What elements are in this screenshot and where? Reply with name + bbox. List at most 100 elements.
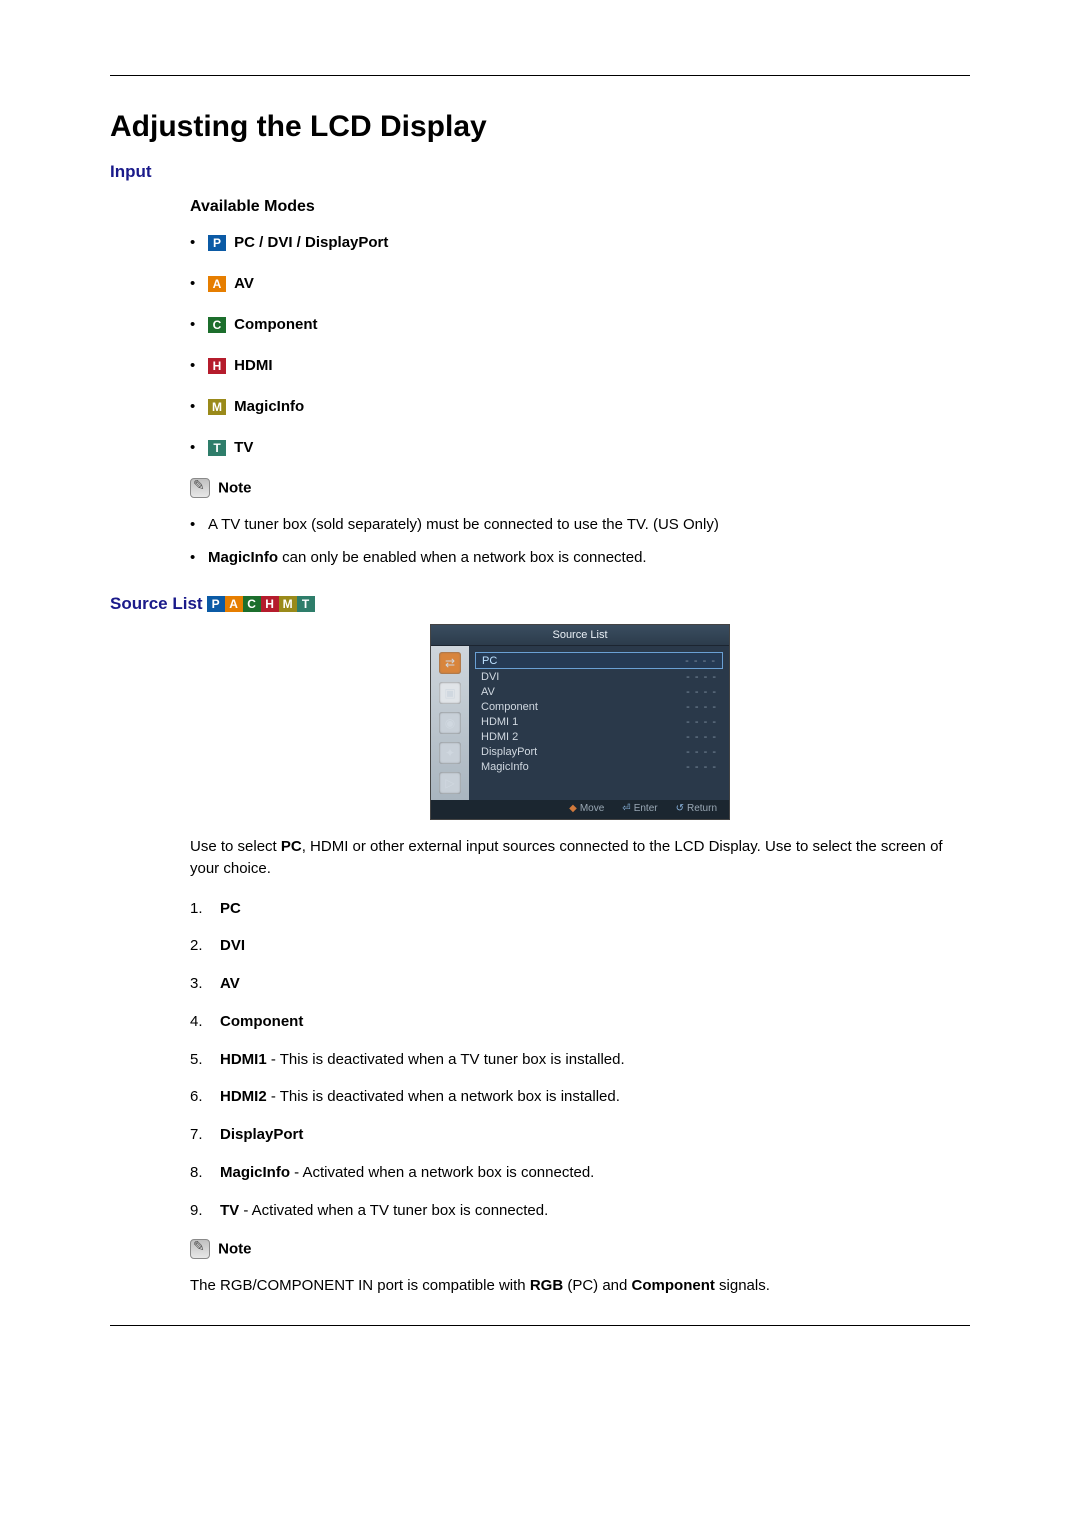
- note-item: MagicInfo can only be enabled when a net…: [208, 547, 970, 568]
- mode-item: H HDMI: [208, 355, 970, 376]
- desc-pre: Use to select: [190, 838, 281, 855]
- desc-bold: PC: [281, 838, 302, 855]
- mode-badge-a: A: [208, 276, 226, 292]
- osd-row-value: - - - -: [686, 701, 717, 713]
- osd-sidebar: ⇄ ▣ ◉ ✦ ▷: [431, 646, 469, 800]
- li-rest: - Activated when a network box is connec…: [290, 1164, 594, 1181]
- osd-row-value: - - - -: [685, 655, 716, 667]
- list-item: Component: [220, 1011, 970, 1033]
- mode-item: A AV: [208, 273, 970, 294]
- osd-foot-move: Move: [580, 803, 604, 814]
- list-item: MagicInfo - Activated when a network box…: [220, 1162, 970, 1184]
- section-source-list-heading: Source List: [110, 594, 203, 614]
- li-bold: HDMI1: [220, 1051, 267, 1068]
- mode-badge-p: P: [208, 235, 226, 251]
- mode-badge-t: T: [297, 596, 315, 612]
- list-item: HDMI1 - This is deactivated when a TV tu…: [220, 1049, 970, 1071]
- top-rule: [110, 75, 970, 76]
- mode-badge-c: C: [208, 317, 226, 333]
- li-bold: PC: [220, 900, 241, 917]
- osd-sidebar-icon: ▣: [439, 682, 461, 704]
- n2-b1: RGB: [530, 1277, 563, 1294]
- note-rest: can only be enabled when a network box i…: [278, 549, 647, 566]
- mode-label: TV: [234, 439, 253, 456]
- mode-badge-m: M: [279, 596, 297, 612]
- li-bold: HDMI2: [220, 1088, 267, 1105]
- osd-row[interactable]: PC - - - -: [475, 652, 723, 669]
- osd-row[interactable]: DVI - - - -: [475, 669, 723, 684]
- li-rest: - Activated when a TV tuner box is conne…: [239, 1202, 548, 1219]
- osd-row[interactable]: DisplayPort- - - -: [475, 744, 723, 759]
- note-list: A TV tuner box (sold separately) must be…: [190, 514, 970, 568]
- osd-row-label: HDMI 2: [481, 731, 518, 743]
- list-item: DisplayPort: [220, 1124, 970, 1146]
- osd-sidebar-icon: ◉: [439, 712, 461, 734]
- osd-row[interactable]: HDMI 2 - - - -: [475, 729, 723, 744]
- osd-menu: Source List ⇄ ▣ ◉ ✦ ▷ PC - - - - DVI - - -…: [430, 624, 730, 820]
- osd-row[interactable]: MagicInfo- - - -: [475, 759, 723, 774]
- page-title: Adjusting the LCD Display: [110, 110, 970, 144]
- section-input-heading: Input: [110, 162, 970, 182]
- li-rest: - This is deactivated when a TV tuner bo…: [267, 1051, 625, 1068]
- list-item: HDMI2 - This is deactivated when a netwo…: [220, 1086, 970, 1108]
- li-bold: Component: [220, 1013, 303, 1030]
- osd-sidebar-icon: ⇄: [439, 652, 461, 674]
- n2-mid: (PC) and: [563, 1277, 631, 1294]
- osd-foot-return: Return: [687, 803, 717, 814]
- note-label: Note: [218, 1241, 251, 1258]
- n2-pre: The RGB/COMPONENT IN port is compatible …: [190, 1277, 530, 1294]
- mode-label: HDMI: [234, 357, 272, 374]
- mode-badge-c: C: [243, 596, 261, 612]
- pencil-icon: [190, 1239, 210, 1259]
- n2-b2: Component: [632, 1277, 715, 1294]
- osd-title: Source List: [431, 625, 729, 646]
- osd-row-value: - - - -: [686, 731, 717, 743]
- mode-badge-t: T: [208, 440, 226, 456]
- available-modes-heading: Available Modes: [190, 198, 970, 216]
- note-2-text: The RGB/COMPONENT IN port is compatible …: [190, 1275, 970, 1297]
- li-bold: DVI: [220, 937, 245, 954]
- osd-row-label: PC: [482, 655, 497, 667]
- note-item: A TV tuner box (sold separately) must be…: [208, 514, 970, 535]
- return-icon: ↺: [676, 803, 684, 814]
- diamond-icon: ◆: [569, 803, 577, 814]
- osd-row-label: DVI: [481, 671, 499, 683]
- osd-row-value: - - - -: [686, 761, 717, 773]
- mode-item: P PC / DVI / DisplayPort: [208, 232, 970, 253]
- osd-row-value: - - - -: [686, 671, 717, 683]
- mode-item: T TV: [208, 437, 970, 458]
- osd-rows: PC - - - - DVI - - - - AV - - - - Component…: [469, 646, 729, 800]
- bottom-rule: [110, 1325, 970, 1326]
- osd-row[interactable]: Component- - - -: [475, 699, 723, 714]
- osd-row-value: - - - -: [686, 686, 717, 698]
- note-block-2: Note: [190, 1239, 970, 1259]
- list-item: TV - Activated when a TV tuner box is co…: [220, 1200, 970, 1222]
- source-list-badges: P A C H M T: [207, 596, 315, 612]
- mode-label: PC / DVI / DisplayPort: [234, 234, 388, 251]
- mode-label: Component: [234, 316, 317, 333]
- source-list-description: Use to select PC, HDMI or other external…: [190, 836, 970, 880]
- li-rest: - This is deactivated when a network box…: [267, 1088, 620, 1105]
- li-bold: AV: [220, 975, 240, 992]
- note-bold: MagicInfo: [208, 549, 278, 566]
- osd-row-label: AV: [481, 686, 495, 698]
- mode-badge-m: M: [208, 399, 226, 415]
- desc-post: , HDMI or other external input sources c…: [190, 838, 943, 877]
- note-label: Note: [218, 480, 251, 497]
- osd-footer: ◆Move ⏎Enter ↺Return: [431, 800, 729, 819]
- osd-row[interactable]: HDMI 1- - - -: [475, 714, 723, 729]
- list-item: DVI: [220, 935, 970, 957]
- available-modes-list: P PC / DVI / DisplayPort A AV C Componen…: [190, 232, 970, 458]
- mode-badge-p: P: [207, 596, 225, 612]
- osd-row-label: HDMI 1: [481, 716, 518, 728]
- osd-sidebar-icon: ✦: [439, 742, 461, 764]
- li-bold: TV: [220, 1202, 239, 1219]
- mode-badge-h: H: [261, 596, 279, 612]
- mode-badge-h: H: [208, 358, 226, 374]
- li-bold: DisplayPort: [220, 1126, 303, 1143]
- enter-icon: ⏎: [622, 803, 630, 814]
- osd-row-value: - - - -: [686, 746, 717, 758]
- mode-item: M MagicInfo: [208, 396, 970, 417]
- osd-row[interactable]: AV - - - -: [475, 684, 723, 699]
- note-block: Note: [190, 478, 970, 498]
